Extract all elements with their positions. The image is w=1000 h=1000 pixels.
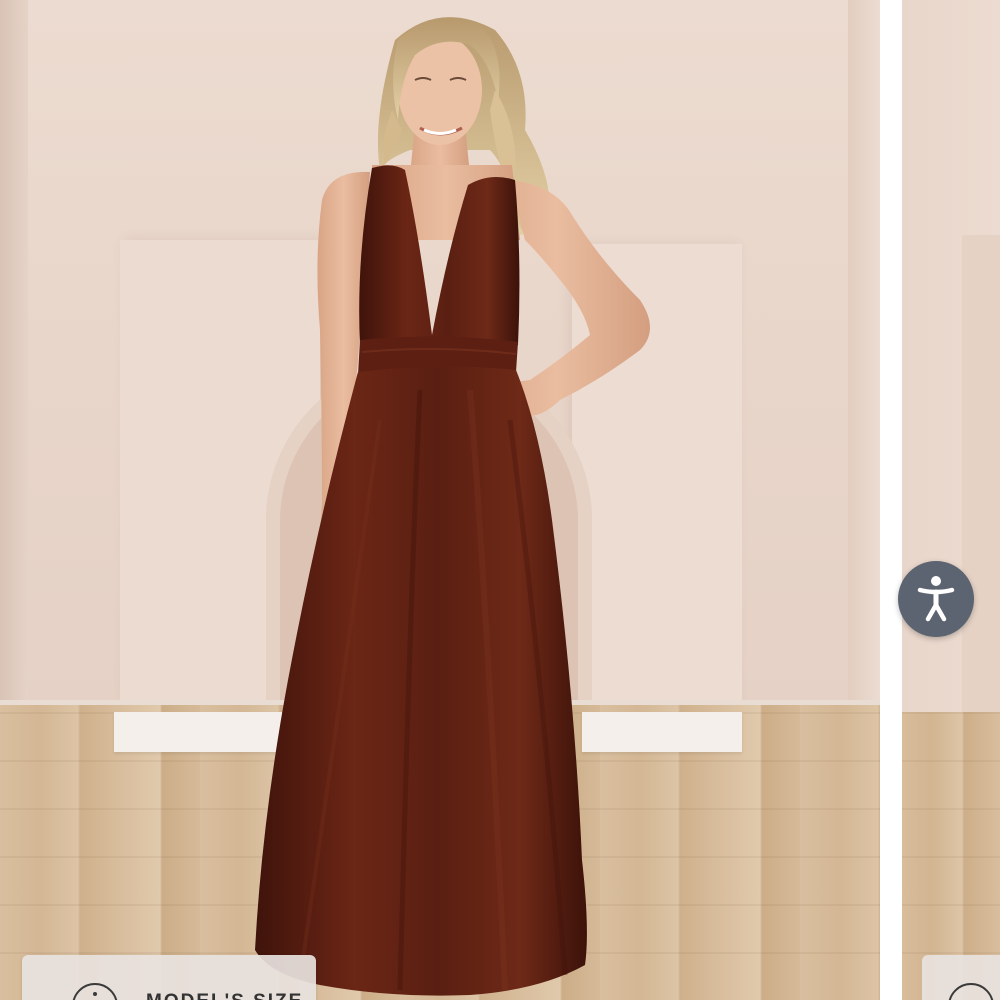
info-icon [948,983,994,1000]
info-icon [72,983,118,1000]
product-image-main[interactable]: MODEL'S SIZE [0,0,880,1000]
accessibility-button[interactable] [898,561,974,637]
product-image-carousel[interactable]: MODEL'S SIZE [0,0,1000,1000]
model-size-card-next[interactable] [922,955,1000,1000]
product-image-next[interactable] [902,0,1000,1000]
wall-corner [848,0,880,712]
accessibility-person-icon [917,576,955,622]
model-size-label: MODEL'S SIZE [146,991,303,1000]
wall-shadow [0,0,28,712]
model-in-velvet-dress [255,17,650,996]
backdrop-panel [962,235,1000,715]
slide-separator [880,0,902,1000]
model-size-card[interactable]: MODEL'S SIZE [22,955,316,1000]
